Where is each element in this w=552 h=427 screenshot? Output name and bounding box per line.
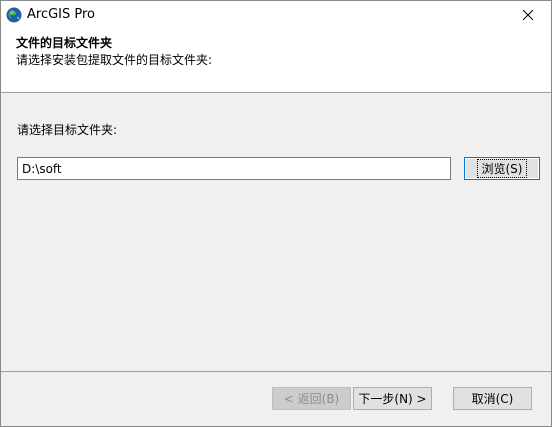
wizard-header: 文件的目标文件夹 请选择安装包提取文件的目标文件夹:: [1, 29, 551, 93]
page-title: 文件的目标文件夹: [16, 36, 113, 50]
browse-button[interactable]: 浏览(S): [464, 157, 540, 180]
installer-window: ArcGIS Pro 文件的目标文件夹 请选择安装包提取文件的目标文件夹: 请选…: [0, 0, 552, 427]
close-icon: [523, 10, 533, 20]
footer-divider: [1, 371, 551, 372]
page-subtitle: 请选择安装包提取文件的目标文件夹:: [16, 53, 213, 67]
browse-button-label: 浏览(S): [476, 159, 528, 178]
folder-prompt: 请选择目标文件夹:: [17, 123, 118, 137]
window-title: ArcGIS Pro: [27, 7, 96, 22]
cancel-button[interactable]: 取消(C): [453, 387, 532, 410]
arcgis-globe-icon: [6, 7, 22, 23]
close-button[interactable]: [505, 1, 551, 29]
back-button[interactable]: < 返回(B): [272, 387, 351, 410]
next-button[interactable]: 下一步(N) >: [353, 387, 432, 410]
title-bar: ArcGIS Pro: [1, 1, 551, 29]
destination-folder-input[interactable]: [17, 157, 451, 180]
